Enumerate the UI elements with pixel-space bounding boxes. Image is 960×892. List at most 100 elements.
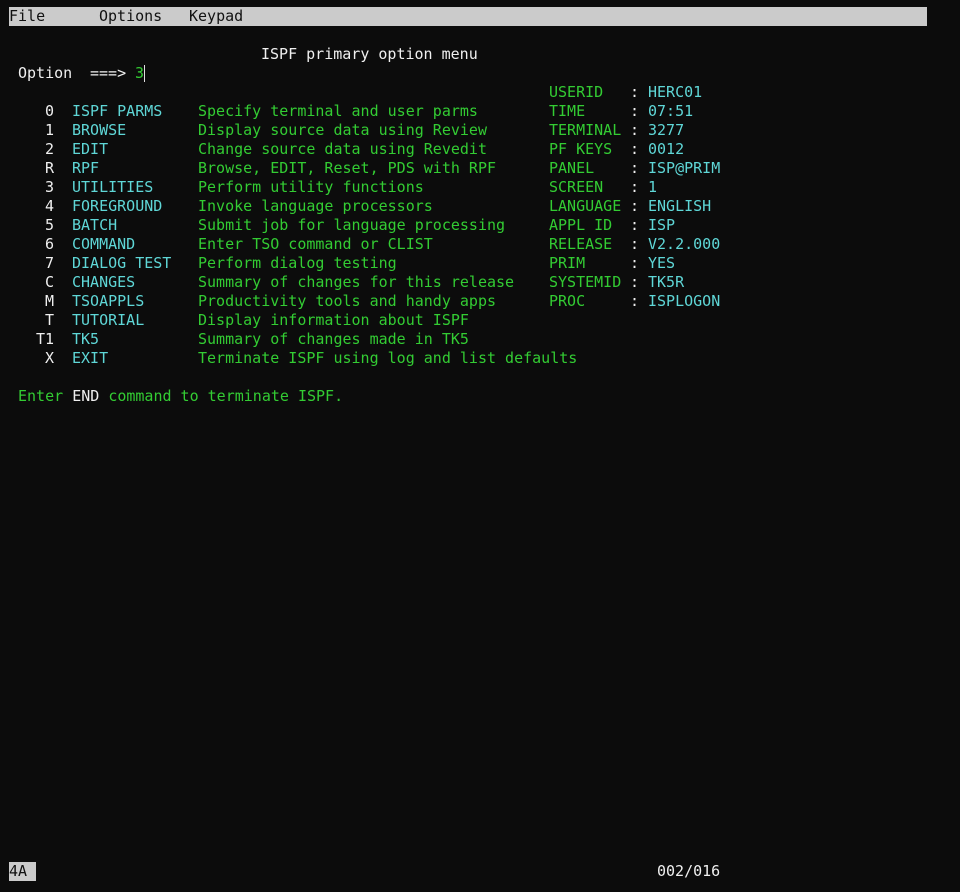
option-description: Display information about ISPF [198,311,469,329]
option-code: 1 [44,121,54,139]
info-value: 07:51 [648,102,694,120]
footer-prefix: Enter [18,387,64,405]
option-row-7[interactable]: 7 DIALOG TEST Perform dialog testing [0,254,700,273]
info-separator: : [630,197,640,215]
info-separator: : [630,102,640,120]
option-description: Change source data using Revedit [198,140,487,158]
info-label: PF KEYS [549,140,613,158]
option-input[interactable]: 3 [135,64,555,83]
option-arrow: ===> [90,64,127,82]
option-name: BROWSE [72,121,127,139]
option-description: Browse, EDIT, Reset, PDS with RPF [198,159,497,177]
option-code: 4 [44,197,54,215]
info-label: LANGUAGE [549,197,622,215]
option-code: T1 [35,330,54,348]
cursor-position-readout: 002/016 [657,862,721,880]
option-label: Option [18,64,73,82]
info-label: PANEL [549,159,595,177]
panel-title: ISPF primary option menu [261,45,478,63]
info-separator: : [630,178,640,196]
option-code: X [44,349,54,367]
info-separator: : [630,216,640,234]
option-row-x[interactable]: X EXIT Terminate ISPF using log and list d… [0,349,700,368]
option-row-t1[interactable]: T1 TK5 Summary of changes made in TK5 [0,330,700,349]
info-label: RELEASE [549,235,613,253]
info-separator: : [630,292,640,310]
option-name: DIALOG TEST [72,254,172,272]
option-description: Productivity tools and handy apps [198,292,497,310]
info-separator: : [630,83,640,101]
info-separator: : [630,235,640,253]
option-name: RPF [72,159,100,177]
option-name: ISPF PARMS [72,102,163,120]
footer-keyword: END [72,387,100,405]
option-row-t[interactable]: T TUTORIAL Display information about ISPF [0,311,700,330]
terminal-screen[interactable]: File Options Keypad ISPF primary option … [0,0,960,892]
option-description: Specify terminal and user parms [198,102,478,120]
menu-bar: File Options Keypad [9,7,927,26]
footer-instruction: Enter END command to terminate ISPF. [18,387,343,406]
option-name: EXIT [72,349,109,367]
menu-options[interactable]: Options [99,7,162,26]
info-label: PRIM [549,254,586,272]
option-code: R [44,159,54,177]
text-cursor [144,65,145,82]
option-code: 0 [44,102,54,120]
info-value: V2.2.000 [648,235,721,253]
option-code: T [44,311,54,329]
option-code: 5 [44,216,54,234]
menu-keypad[interactable]: Keypad [189,7,243,26]
info-value: 3277 [648,121,685,139]
option-description: Summary of changes made in TK5 [198,330,469,348]
option-description: Terminate ISPF using log and list defaul… [198,349,578,367]
option-code: 2 [44,140,54,158]
option-description: Perform dialog testing [198,254,397,272]
option-description: Display source data using Review [198,121,487,139]
oia-status-badge: 4A [9,862,36,881]
option-name: UTILITIES [72,178,154,196]
info-value: 0012 [648,140,685,158]
option-name: CHANGES [72,273,136,291]
info-label: PROC [549,292,586,310]
option-name: FOREGROUND [72,197,163,215]
option-code: C [44,273,54,291]
option-description: Summary of changes for this release [198,273,515,291]
info-separator: : [630,140,640,158]
info-value: ISP [648,216,676,234]
info-value: HERC01 [648,83,703,101]
info-separator: : [630,121,640,139]
info-value: ISP@PRIM [648,159,721,177]
option-name: TUTORIAL [72,311,145,329]
option-row-m[interactable]: M TSOAPPLS Productivity tools and handy ap… [0,292,700,311]
option-description: Enter TSO command or CLIST [198,235,433,253]
option-name: COMMAND [72,235,136,253]
option-row-r[interactable]: R RPF Browse, EDIT, Reset, PDS with RPF [0,159,700,178]
info-label: TIME [549,102,586,120]
info-label: SYSTEMID [549,273,622,291]
footer-suffix: command to terminate ISPF. [108,387,344,405]
info-separator: : [630,273,640,291]
info-value: 1 [648,178,658,196]
info-label: USERID [549,83,604,101]
option-code: 3 [44,178,54,196]
menu-file[interactable]: File [9,7,45,26]
info-label: APPL ID [549,216,613,234]
option-name: BATCH [72,216,118,234]
option-code: 6 [44,235,54,253]
info-value: ISPLOGON [648,292,721,310]
option-name: EDIT [72,140,109,158]
info-value: YES [648,254,676,272]
option-description: Invoke language processors [198,197,433,215]
option-name: TK5 [72,330,100,348]
option-row-0[interactable]: 0 ISPF PARMS Specify terminal and user par… [0,102,700,121]
option-code: 7 [44,254,54,272]
option-name: TSOAPPLS [72,292,145,310]
info-label: TERMINAL [549,121,622,139]
info-separator: : [630,159,640,177]
info-value: TK5R [648,273,685,291]
option-description: Perform utility functions [198,178,424,196]
info-separator: : [630,254,640,272]
info-label: SCREEN [549,178,604,196]
option-code: M [44,292,54,310]
option-description: Submit job for language processing [198,216,506,234]
